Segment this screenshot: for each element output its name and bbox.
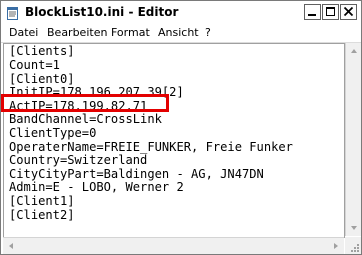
menu-bearbeiten[interactable]: Bearbeiten bbox=[47, 26, 107, 39]
text-line: Admin=E - LOBO, Werner 2 bbox=[9, 180, 184, 194]
vertical-scrollbar[interactable] bbox=[345, 43, 361, 236]
title-bar[interactable]: BlockList10.ini - Editor bbox=[1, 1, 361, 23]
menu-bar: Datei Bearbeiten Format Ansicht ? bbox=[1, 23, 361, 43]
text-line: BandChannel=CrossLink bbox=[9, 112, 162, 126]
menu-format[interactable]: Format bbox=[111, 26, 150, 39]
scroll-right-button[interactable] bbox=[328, 238, 344, 254]
scroll-down-button[interactable] bbox=[346, 220, 361, 236]
window-title: BlockList10.ini - Editor bbox=[25, 5, 179, 19]
menu-ansicht[interactable]: Ansicht bbox=[158, 26, 199, 39]
resize-grip-icon bbox=[351, 244, 359, 252]
minimize-button[interactable] bbox=[304, 4, 321, 20]
arrow-down-icon bbox=[351, 226, 357, 230]
menu-help[interactable]: ? bbox=[205, 26, 211, 39]
arrow-left-icon bbox=[9, 243, 13, 249]
notepad-icon[interactable] bbox=[6, 5, 20, 20]
highlight-box bbox=[1, 94, 169, 112]
text-area[interactable]: [Clients] Count=1 [Client0] InitIP=178.1… bbox=[3, 43, 345, 238]
close-icon bbox=[343, 6, 354, 17]
text-line: Count=1 bbox=[9, 58, 60, 72]
arrow-up-icon bbox=[351, 49, 357, 53]
editor-window: BlockList10.ini - Editor Datei Bearbeite… bbox=[0, 0, 362, 255]
scroll-up-button[interactable] bbox=[346, 43, 361, 59]
arrow-right-icon bbox=[334, 243, 338, 249]
resize-grip[interactable] bbox=[345, 237, 361, 254]
minimize-icon bbox=[308, 14, 316, 16]
text-line: Country=Switzerland bbox=[9, 153, 148, 167]
close-button[interactable] bbox=[340, 4, 357, 20]
text-line: ClientType=0 bbox=[9, 126, 97, 140]
menu-datei[interactable]: Datei bbox=[9, 26, 38, 39]
scroll-left-button[interactable] bbox=[3, 238, 19, 254]
text-line: [Clients] bbox=[9, 44, 75, 58]
text-line: [Client1] bbox=[9, 194, 75, 208]
maximize-button[interactable] bbox=[322, 4, 339, 20]
horizontal-scrollbar[interactable] bbox=[3, 237, 344, 254]
maximize-icon bbox=[326, 7, 335, 16]
text-line: [Client2] bbox=[9, 208, 75, 222]
